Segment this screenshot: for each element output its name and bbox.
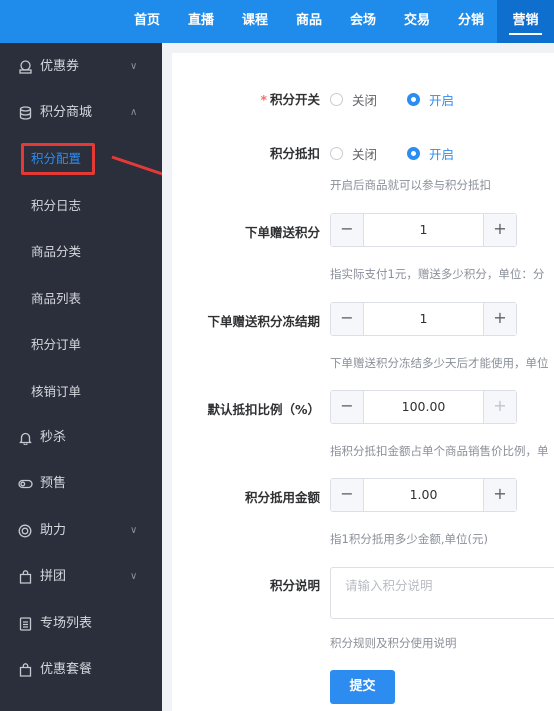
chevron-up-icon: ∧ — [130, 107, 138, 118]
sidebar-item-venue-list[interactable]: 专场列表 — [0, 601, 162, 647]
radio-label: 开启 — [429, 93, 455, 108]
points-switch-label: * 积分开关 — [172, 89, 320, 108]
increment-button[interactable]: + — [483, 391, 516, 423]
required-mark: * — [260, 92, 267, 107]
nav-trade[interactable]: 交易 — [398, 0, 436, 43]
points-amount-hint: 指1积分抵用多少金额,单位(元) — [330, 532, 488, 546]
nav-marketing[interactable]: 营销 — [497, 0, 554, 43]
increment-button[interactable]: + — [483, 214, 516, 246]
sidebar-item-label: 优惠券 — [40, 59, 80, 74]
nav-venue[interactable]: 会场 — [344, 0, 382, 43]
nav-goods[interactable]: 商品 — [290, 0, 328, 43]
highlight-box — [21, 143, 95, 175]
points-amount-stepper[interactable]: − 1.00 + — [330, 478, 517, 512]
gift-freeze-stepper[interactable]: − 1 + — [330, 302, 517, 336]
radio-label: 关闭 — [352, 93, 378, 108]
points-switch-off-radio[interactable]: 关闭 — [330, 90, 377, 109]
sidebar-subitem-goods-list[interactable]: 商品列表 — [0, 276, 162, 322]
content-area: * 积分开关 关闭 开启 积分抵扣 关闭 开启 开启后商品就可以参与积分抵扣 下单… — [162, 43, 554, 711]
sidebar: 优惠券 ∨ 积分商城 ∧ 积分配置 积分日志 商品分类 商品列表 积分订单 核销… — [0, 43, 162, 711]
sidebar-item-label: 拼团 — [40, 569, 67, 584]
points-deduct-hint: 开启后商品就可以参与积分抵扣 — [330, 178, 491, 192]
chevron-down-icon: ∨ — [130, 525, 138, 536]
sidebar-item-coupon[interactable]: 优惠券 ∨ — [0, 44, 162, 90]
default-ratio-stepper[interactable]: − 100.00 + — [330, 390, 517, 424]
sidebar-item-label: 预售 — [40, 476, 67, 491]
top-nav: 首页 直播 课程 商品 会场 交易 分销 营销 — [0, 0, 554, 43]
toggle-icon — [17, 461, 33, 507]
bag-icon — [17, 647, 33, 693]
sidebar-subitem-goods-category[interactable]: 商品分类 — [0, 229, 162, 275]
points-deduct-on-radio[interactable]: 开启 — [407, 144, 454, 163]
sidebar-item-label: 助力 — [40, 523, 67, 538]
list-icon — [17, 601, 33, 647]
sidebar-item-label: 积分日志 — [31, 198, 82, 213]
radio-label: 开启 — [429, 147, 455, 162]
order-gift-points-label: 下单赠送积分 — [244, 225, 320, 240]
points-deduct-label: 积分抵扣 — [269, 146, 320, 161]
chevron-down-icon: ∨ — [130, 571, 138, 582]
sidebar-item-points-mall[interactable]: 积分商城 ∧ — [0, 90, 162, 136]
points-amount-label: 积分抵用金额 — [244, 490, 320, 505]
decrement-button[interactable]: − — [331, 214, 364, 246]
database-icon — [17, 90, 33, 136]
order-gift-points-stepper[interactable]: − 1 + — [330, 213, 517, 247]
increment-button[interactable]: + — [483, 479, 516, 511]
sidebar-item-seckill[interactable]: 秒杀 — [0, 415, 162, 461]
points-desc-label: 积分说明 — [269, 578, 320, 593]
stepper-value[interactable]: 1 — [365, 214, 482, 246]
points-switch-on-radio[interactable]: 开启 — [407, 90, 454, 109]
stepper-value[interactable]: 1 — [365, 303, 482, 335]
nav-distribution[interactable]: 分销 — [452, 0, 490, 43]
radio-circle — [407, 93, 420, 106]
decrement-button[interactable]: − — [331, 391, 364, 423]
points-desc-textarea[interactable]: 请输入积分说明 — [330, 567, 554, 619]
points-switch-label-text: 积分开关 — [269, 92, 320, 107]
increment-button[interactable]: + — [483, 303, 516, 335]
coupon-icon — [17, 44, 33, 90]
radio-circle — [407, 147, 420, 160]
points-deduct-off-radio[interactable]: 关闭 — [330, 144, 377, 163]
sidebar-item-groupbuy[interactable]: 拼团 ∨ — [0, 554, 162, 600]
sidebar-item-label: 商品列表 — [31, 291, 82, 306]
gift-freeze-label: 下单赠送积分冻结期 — [207, 314, 320, 329]
lifebuoy-icon — [17, 508, 33, 554]
radio-label: 关闭 — [352, 147, 378, 162]
order-gift-points-hint: 指实际支付1元，赠送多少积分，单位：分 — [330, 267, 545, 281]
sidebar-item-label: 专场列表 — [40, 616, 93, 631]
stepper-value[interactable]: 100.00 — [365, 391, 482, 423]
decrement-button[interactable]: − — [331, 303, 364, 335]
decrement-button[interactable]: − — [331, 479, 364, 511]
sidebar-item-presale[interactable]: 预售 — [0, 461, 162, 507]
form-card: * 积分开关 关闭 开启 积分抵扣 关闭 开启 开启后商品就可以参与积分抵扣 下单… — [172, 53, 554, 711]
sidebar-item-label: 积分商城 — [40, 105, 93, 120]
sidebar-item-label: 优惠套餐 — [40, 662, 93, 677]
chevron-down-icon: ∨ — [130, 61, 138, 72]
default-ratio-label: 默认抵扣比例（%） — [207, 402, 320, 417]
sidebar-subitem-verify-orders[interactable]: 核销订单 — [0, 369, 162, 415]
sidebar-item-label: 积分订单 — [31, 337, 82, 352]
gift-freeze-hint: 下单赠送积分冻结多少天后才能使用，单位 — [330, 356, 549, 370]
sidebar-item-bundle[interactable]: 优惠套餐 — [0, 647, 162, 693]
sidebar-item-label: 商品分类 — [31, 244, 82, 259]
nav-live[interactable]: 直播 — [182, 0, 220, 43]
default-ratio-hint: 指积分抵扣金额占单个商品销售价比例，单 — [330, 444, 549, 458]
nav-course[interactable]: 课程 — [236, 0, 274, 43]
radio-circle — [330, 147, 343, 160]
radio-circle — [330, 93, 343, 106]
sidebar-item-assist[interactable]: 助力 ∨ — [0, 508, 162, 554]
bag-icon — [17, 554, 33, 600]
bell-icon — [17, 415, 33, 461]
sidebar-item-label: 核销订单 — [31, 384, 82, 399]
nav-home[interactable]: 首页 — [128, 0, 166, 43]
points-desc-hint: 积分规则及积分使用说明 — [330, 636, 457, 650]
sidebar-item-label: 秒杀 — [40, 430, 67, 445]
stepper-value[interactable]: 1.00 — [365, 479, 482, 511]
submit-button[interactable]: 提交 — [330, 670, 395, 704]
sidebar-subitem-points-orders[interactable]: 积分订单 — [0, 322, 162, 368]
